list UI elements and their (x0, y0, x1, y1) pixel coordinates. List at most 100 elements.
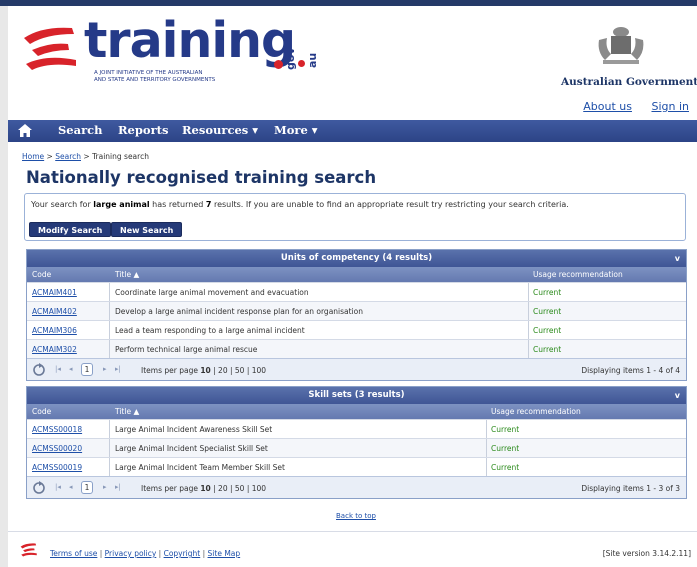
refresh-icon[interactable] (32, 363, 46, 377)
about-us-link[interactable]: About us (583, 100, 632, 113)
items-per-page-label: Items per page (141, 484, 201, 493)
skillset-usage: Current (491, 444, 520, 453)
logo-au: au (306, 52, 319, 68)
footer-separator: | (200, 549, 208, 558)
refresh-icon[interactable] (32, 481, 46, 495)
page-number-input[interactable]: 1 (81, 481, 93, 494)
column-divider (109, 283, 110, 301)
header-usage[interactable]: Usage recommendation (533, 270, 623, 279)
header-title[interactable]: Title ▲ (115, 270, 139, 279)
nav-reports[interactable]: Reports (118, 123, 168, 137)
unit-title: Lead a team responding to a large animal… (115, 326, 305, 335)
header-usage[interactable]: Usage recommendation (491, 407, 581, 416)
table-row: ACMSS00018 Large Animal Incident Awarene… (27, 419, 686, 438)
next-page-icon[interactable]: ▸ (103, 483, 107, 491)
first-page-icon[interactable]: |◂ (55, 365, 61, 373)
back-to-top-link[interactable]: Back to top (336, 512, 376, 520)
government-name: Australian Government (561, 76, 697, 88)
header-code[interactable]: Code (32, 407, 51, 416)
column-divider (486, 439, 487, 457)
next-page-icon[interactable]: ▸ (103, 365, 107, 373)
column-divider (109, 321, 110, 339)
logo-tagline-line: AND STATE AND TERRITORY GOVERNMENTS (94, 77, 216, 83)
unit-usage: Current (533, 345, 562, 354)
unit-title: Perform technical large animal rescue (115, 345, 258, 354)
sitemap-link[interactable]: Site Map (208, 549, 241, 558)
unit-title: Develop a large animal incident response… (115, 307, 363, 316)
breadcrumb-home[interactable]: Home (22, 152, 44, 161)
skillset-title: Large Animal Incident Awareness Skill Se… (115, 425, 273, 434)
nav-more[interactable]: More ▾ (274, 123, 318, 137)
summary-middle: has returned (149, 200, 206, 209)
skillset-title: Large Animal Incident Specialist Skill S… (115, 444, 268, 453)
skillset-usage: Current (491, 463, 520, 472)
modify-search-button[interactable]: Modify Search (29, 222, 112, 237)
table-row: ACMSS00019 Large Animal Incident Team Me… (27, 457, 686, 476)
unit-code-link[interactable]: ACMAIM302 (32, 345, 77, 354)
skillset-code-link[interactable]: ACMSS00019 (32, 463, 82, 472)
breadcrumb-search[interactable]: Search (55, 152, 81, 161)
collapse-icon[interactable]: v (675, 250, 680, 267)
table-row: ACMAIM306 Lead a team responding to a la… (27, 320, 686, 339)
search-summary-box: Your search for large animal has returne… (24, 193, 686, 241)
items-per-page-options[interactable]: | 20 | 50 | 100 (211, 366, 266, 375)
training-logo[interactable]: training gov au A JOINT INITIATIVE OF TH… (22, 12, 322, 96)
skillsets-pager: |◂ ◂ 1 ▸ ▸| Items per page 10 | 20 | 50 … (27, 476, 686, 498)
header-title[interactable]: Title ▲ (115, 407, 139, 416)
items-per-page: Items per page 10 | 20 | 50 | 100 (141, 366, 266, 375)
collapse-icon[interactable]: v (675, 387, 680, 404)
logo-wordmark: training (84, 12, 296, 69)
skillsets-grid-title: Skill sets (3 results) v (27, 387, 686, 404)
terms-link[interactable]: Terms of use (50, 549, 97, 558)
items-per-page-label: Items per page (141, 366, 201, 375)
unit-code-link[interactable]: ACMAIM402 (32, 307, 77, 316)
skillsets-grid-header: Code Title ▲ Usage recommendation (27, 404, 686, 419)
breadcrumb: Home > Search > Training search (22, 152, 149, 161)
prev-page-icon[interactable]: ◂ (69, 483, 73, 491)
column-divider (486, 458, 487, 476)
column-divider (486, 420, 487, 438)
items-per-page: Items per page 10 | 20 | 50 | 100 (141, 484, 266, 493)
logo-tagline: A JOINT INITIATIVE OF THE AUSTRALIAN AND… (94, 70, 244, 84)
prev-page-icon[interactable]: ◂ (69, 365, 73, 373)
skillset-code-link[interactable]: ACMSS00018 (32, 425, 82, 434)
column-divider (109, 439, 110, 457)
items-per-page-options[interactable]: | 20 | 50 | 100 (211, 484, 266, 493)
skillset-title: Large Animal Incident Team Member Skill … (115, 463, 285, 472)
header-code[interactable]: Code (32, 270, 51, 279)
nav-resources[interactable]: Resources ▾ (182, 123, 258, 137)
unit-code-link[interactable]: ACMAIM306 (32, 326, 77, 335)
copyright-link[interactable]: Copyright (164, 549, 201, 558)
first-page-icon[interactable]: |◂ (55, 483, 61, 491)
home-icon[interactable] (18, 124, 32, 137)
column-divider (109, 340, 110, 358)
table-row: ACMAIM302 Perform technical large animal… (27, 339, 686, 358)
site-footer: Terms of use | Privacy policy | Copyrigh… (8, 532, 697, 567)
display-count: Displaying items 1 - 3 of 3 (581, 484, 680, 493)
display-count: Displaying items 1 - 4 of 4 (581, 366, 680, 375)
last-page-icon[interactable]: ▸| (115, 365, 121, 373)
items-per-page-selected[interactable]: 10 (200, 366, 210, 375)
breadcrumb-separator: > (81, 152, 93, 161)
skillset-code-link[interactable]: ACMSS00020 (32, 444, 82, 453)
unit-code-link[interactable]: ACMAIM401 (32, 288, 77, 297)
units-grid: Units of competency (4 results) v Code T… (26, 249, 687, 381)
column-divider (528, 283, 529, 301)
sign-in-link[interactable]: Sign in (651, 100, 689, 113)
summary-suffix: results. If you are unable to find an ap… (211, 200, 569, 209)
swoosh-logo-icon (20, 543, 37, 557)
summary-prefix: Your search for (31, 200, 94, 209)
new-search-button[interactable]: New Search (111, 222, 183, 237)
column-divider (528, 340, 529, 358)
footer-separator: | (97, 549, 105, 558)
units-grid-header: Code Title ▲ Usage recommendation (27, 267, 686, 282)
swoosh-logo-icon (24, 27, 76, 70)
unit-usage: Current (533, 326, 562, 335)
last-page-icon[interactable]: ▸| (115, 483, 121, 491)
footer-separator: | (156, 549, 164, 558)
privacy-link[interactable]: Privacy policy (105, 549, 157, 558)
nav-search[interactable]: Search (58, 123, 103, 137)
page-number-input[interactable]: 1 (81, 363, 93, 376)
logo-dot (274, 60, 283, 69)
items-per-page-selected[interactable]: 10 (200, 484, 210, 493)
